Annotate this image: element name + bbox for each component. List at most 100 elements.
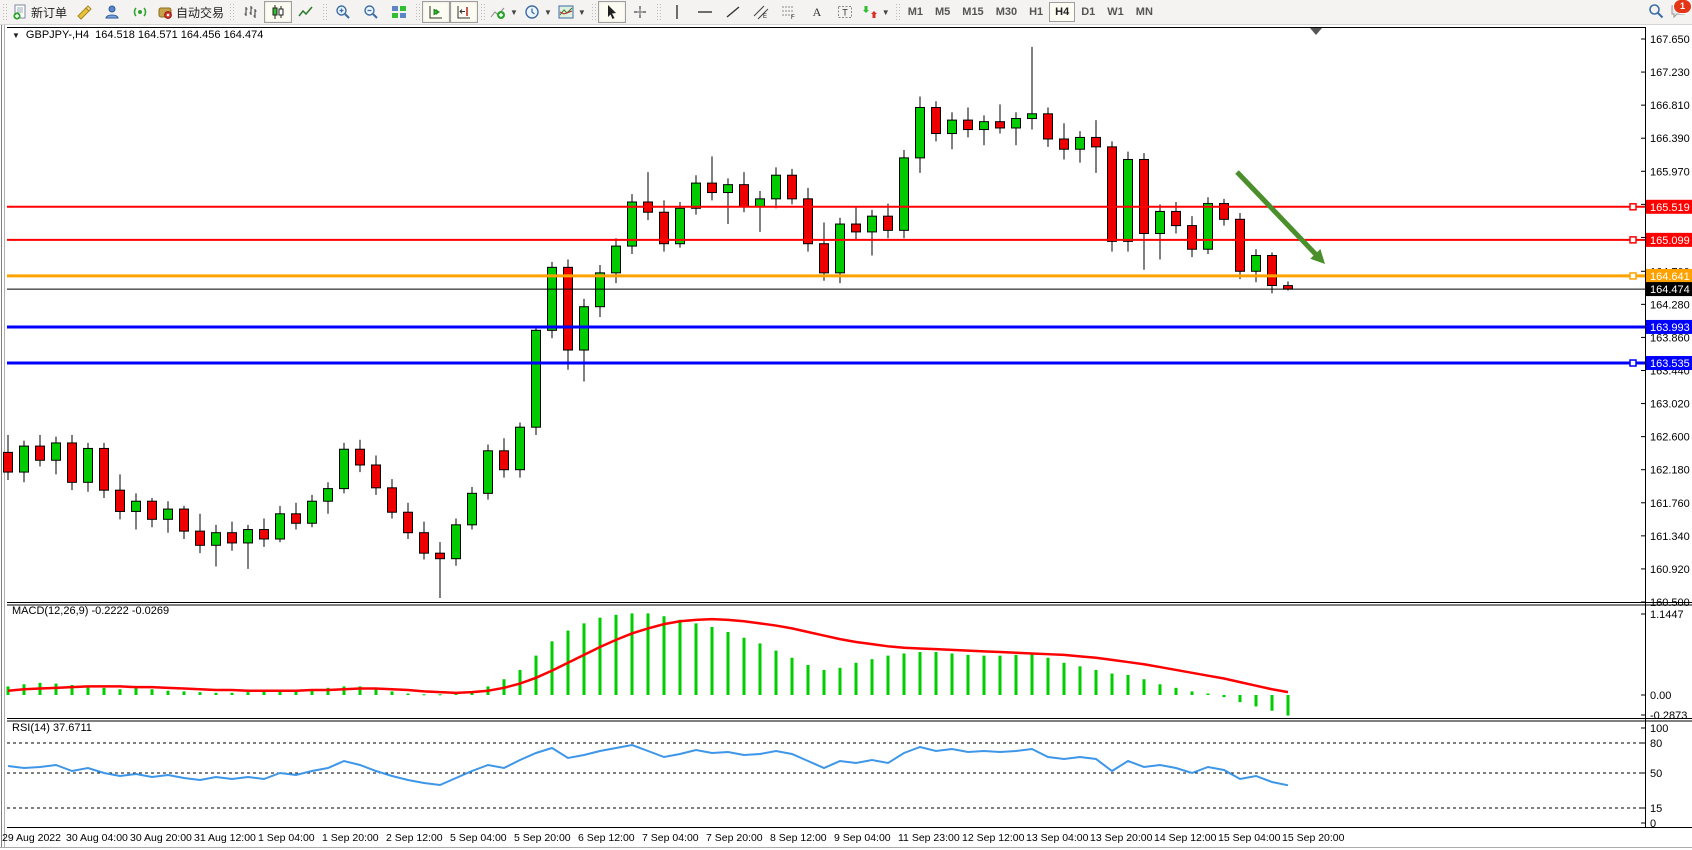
macd-label: MACD(12,26,9) -0.2222 -0.0269 xyxy=(12,605,169,617)
fibonacci-button[interactable]: F xyxy=(775,1,803,23)
candlestick-mode-icon xyxy=(270,4,286,20)
timeframe-w1-button[interactable]: W1 xyxy=(1101,2,1130,22)
bar-chart-mode-button[interactable] xyxy=(236,1,264,23)
svg-text:167.650: 167.650 xyxy=(1650,34,1690,46)
vertical-line-button[interactable] xyxy=(663,1,691,23)
time-axis: 29 Aug 202230 Aug 04:0030 Aug 20:0031 Au… xyxy=(2,832,1345,844)
indicators-dropdown-icon[interactable]: ▼ xyxy=(510,8,518,17)
horizontal-line-button[interactable] xyxy=(691,1,719,23)
new-order-icon xyxy=(12,4,28,20)
crosshair-button[interactable] xyxy=(626,1,654,23)
timeframe-m1-button[interactable]: M1 xyxy=(902,2,929,22)
indicators-icon xyxy=(490,4,506,20)
svg-text:161.760: 161.760 xyxy=(1650,498,1690,510)
arrows-button[interactable]: ▼ xyxy=(859,1,893,23)
line-chart-mode-icon xyxy=(298,4,314,20)
svg-text:2 Sep 12:00: 2 Sep 12:00 xyxy=(386,832,443,844)
timeframe-h4-button[interactable]: H4 xyxy=(1049,2,1075,22)
community-icon xyxy=(104,4,120,20)
auto-scroll-button[interactable] xyxy=(422,1,450,23)
svg-text:13 Sep 04:00: 13 Sep 04:00 xyxy=(1026,832,1089,844)
chart-shift-button[interactable] xyxy=(450,1,478,23)
line-chart-mode-button[interactable] xyxy=(292,1,320,23)
equidistant-channel-button[interactable]: E xyxy=(747,1,775,23)
crosshair-icon xyxy=(632,4,648,20)
svg-text:8 Sep 12:00: 8 Sep 12:00 xyxy=(770,832,827,844)
chart-shift-icon xyxy=(456,4,472,20)
svg-text:15: 15 xyxy=(1650,803,1662,815)
cursor-button[interactable] xyxy=(598,1,626,23)
notification-badge: 1 xyxy=(1673,0,1692,14)
svg-text:160.920: 160.920 xyxy=(1650,564,1690,576)
autotrading-icon xyxy=(157,4,173,20)
svg-text:1 Sep 20:00: 1 Sep 20:00 xyxy=(322,832,379,844)
svg-text:14 Sep 12:00: 14 Sep 12:00 xyxy=(1154,832,1217,844)
horizontal-line-icon xyxy=(697,4,713,20)
new-order-button[interactable]: 新订单 xyxy=(9,1,70,23)
chart-styler-button[interactable] xyxy=(70,1,98,23)
trendline-button[interactable] xyxy=(719,1,747,23)
svg-text:9 Sep 04:00: 9 Sep 04:00 xyxy=(834,832,891,844)
tile-windows-button[interactable] xyxy=(385,1,413,23)
svg-text:5 Sep 20:00: 5 Sep 20:00 xyxy=(514,832,571,844)
main-toolbar: 新订单 自动交易 ▼ ▼ ▼ E F AT ▼ M1M5M15M30H1H4D1W1MN 1 xyxy=(0,0,1692,25)
timeframe-m30-button[interactable]: M30 xyxy=(990,2,1023,22)
search-button[interactable] xyxy=(1648,3,1664,22)
svg-text:1 Sep 04:00: 1 Sep 04:00 xyxy=(258,832,315,844)
toolbar-grip xyxy=(591,3,596,21)
svg-text:0.00: 0.00 xyxy=(1650,690,1671,702)
timeframe-m15-button[interactable]: M15 xyxy=(956,2,989,22)
bar-chart-mode-icon xyxy=(242,4,258,20)
toolbar-grip xyxy=(895,3,900,21)
svg-text:163.535: 163.535 xyxy=(1650,358,1690,370)
chat-button[interactable]: 1 xyxy=(1670,3,1686,22)
text-label-button[interactable]: T xyxy=(831,1,859,23)
search-icon xyxy=(1648,8,1664,22)
signals-button[interactable] xyxy=(126,1,154,23)
templates-dropdown-icon[interactable]: ▼ xyxy=(578,8,586,17)
zoom-in-button[interactable] xyxy=(329,1,357,23)
periods-button[interactable]: ▼ xyxy=(521,1,555,23)
ohlc-readout: 164.518 164.571 164.456 164.474 xyxy=(95,29,263,41)
svg-text:166.810: 166.810 xyxy=(1650,100,1690,112)
svg-text:165.970: 165.970 xyxy=(1650,166,1690,178)
svg-text:11 Sep 23:00: 11 Sep 23:00 xyxy=(898,832,960,844)
periods-dropdown-icon[interactable]: ▼ xyxy=(544,8,552,17)
autotrading-label: 自动交易 xyxy=(176,4,224,21)
svg-text:163.993: 163.993 xyxy=(1650,322,1690,334)
toolbar-grip xyxy=(415,3,420,21)
svg-text:F: F xyxy=(791,15,795,20)
arrows-icon xyxy=(862,4,878,20)
svg-text:6 Sep 12:00: 6 Sep 12:00 xyxy=(578,832,635,844)
zoom-in-icon xyxy=(335,4,351,20)
templates-icon xyxy=(558,4,574,20)
indicators-button[interactable]: ▼ xyxy=(487,1,521,23)
chart-menu-icon[interactable]: ▼ xyxy=(12,31,20,40)
timeframe-m5-button[interactable]: M5 xyxy=(929,2,956,22)
toolbar-grip xyxy=(2,3,7,21)
svg-text:162.180: 162.180 xyxy=(1650,465,1690,477)
svg-text:A: A xyxy=(812,5,821,19)
arrows-dropdown-icon[interactable]: ▼ xyxy=(882,8,890,17)
equidistant-channel-icon: E xyxy=(753,4,769,20)
toolbar-grip xyxy=(656,3,661,21)
timeframe-d1-button[interactable]: D1 xyxy=(1075,2,1101,22)
signals-icon xyxy=(132,4,148,20)
svg-text:12 Sep 12:00: 12 Sep 12:00 xyxy=(962,832,1025,844)
svg-text:167.230: 167.230 xyxy=(1650,67,1690,79)
toolbar-grip xyxy=(480,3,485,21)
candlestick-mode-button[interactable] xyxy=(264,1,292,23)
svg-text:29 Aug 2022: 29 Aug 2022 xyxy=(2,832,61,844)
autotrading-button[interactable]: 自动交易 xyxy=(154,1,227,23)
text-icon: A xyxy=(809,4,825,20)
chart-area[interactable]: 167.650167.230166.810166.390165.970165.5… xyxy=(0,24,1692,850)
templates-button[interactable]: ▼ xyxy=(555,1,589,23)
text-button[interactable]: A xyxy=(803,1,831,23)
svg-text:164.641: 164.641 xyxy=(1650,271,1690,283)
timeframe-mn-button[interactable]: MN xyxy=(1130,2,1159,22)
symbol-period: GBPJPY-,H4 xyxy=(26,29,89,41)
timeframe-h1-button[interactable]: H1 xyxy=(1023,2,1049,22)
community-button[interactable] xyxy=(98,1,126,23)
zoom-out-button[interactable] xyxy=(357,1,385,23)
svg-text:50: 50 xyxy=(1650,768,1662,780)
